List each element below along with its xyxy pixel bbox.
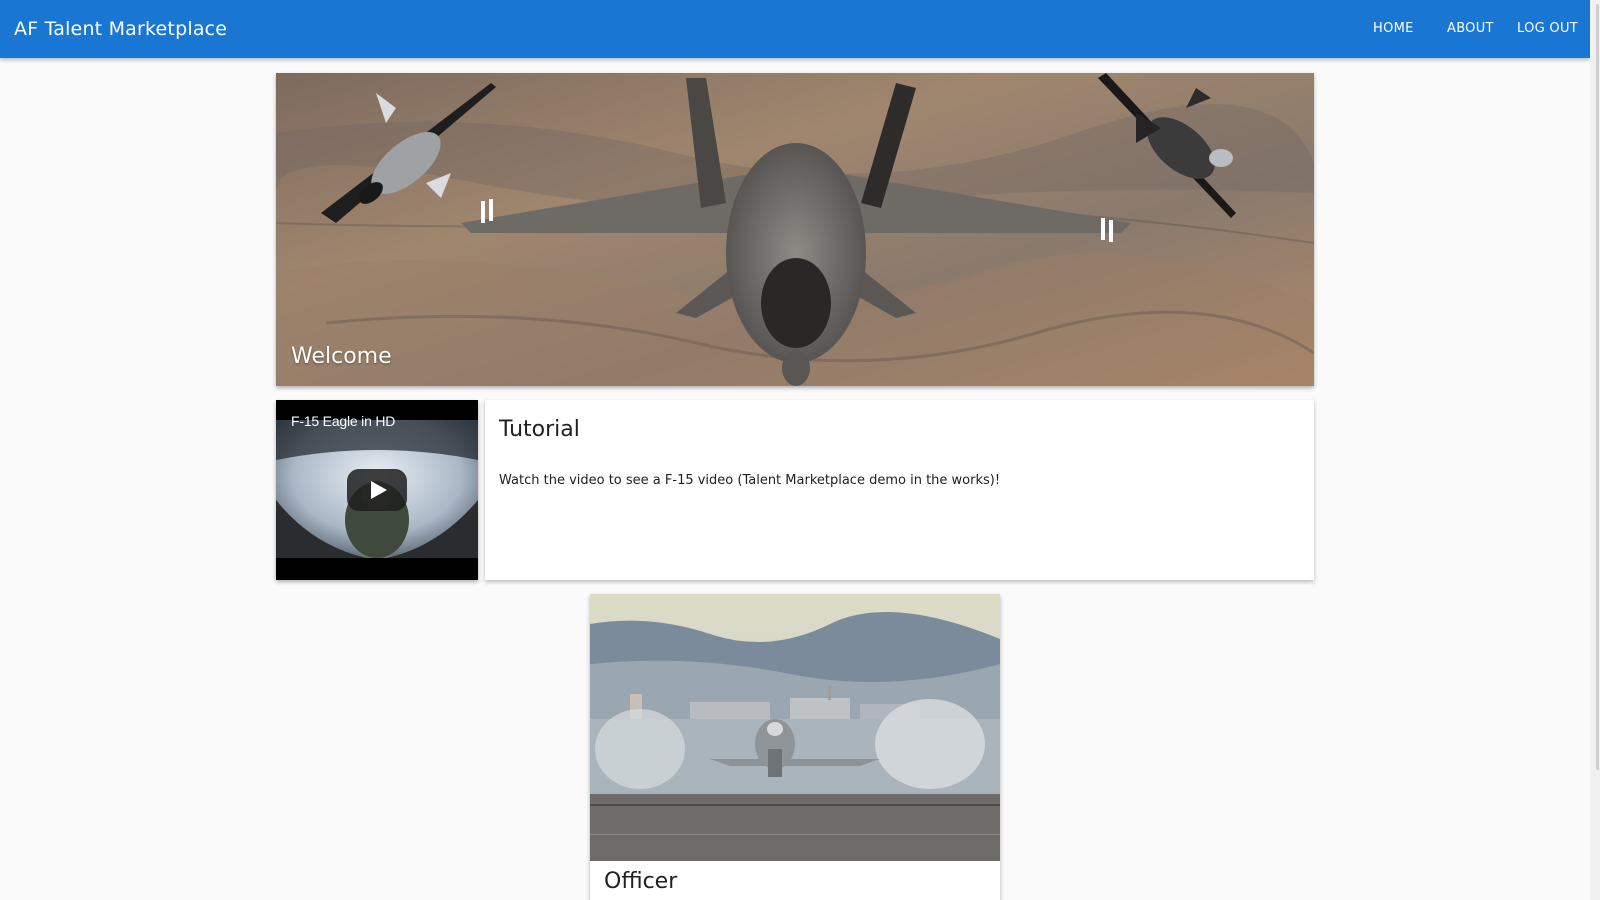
tutorial-description: Watch the video to see a F-15 video (Tal… — [499, 473, 1001, 488]
video-thumbnail[interactable]: F-15 Eagle in HD — [276, 400, 478, 580]
officer-card[interactable]: Officer — [590, 594, 1000, 900]
jets-over-desert-image — [276, 73, 1314, 386]
tutorial-title: Tutorial — [499, 417, 580, 442]
nav-home-button[interactable]: HOME — [1373, 20, 1414, 38]
welcome-banner: Welcome — [276, 73, 1314, 386]
app-title[interactable]: AF Talent Marketplace — [14, 18, 227, 40]
nav-about-button[interactable]: ABOUT — [1447, 20, 1494, 38]
tutorial-card: Tutorial Watch the video to see a F-15 v… — [485, 400, 1314, 580]
officer-title[interactable]: Officer — [604, 868, 677, 896]
app-bar: AF Talent Marketplace HOME ABOUT LOG OUT — [0, 0, 1590, 58]
scrollbar-thumb[interactable] — [1596, 4, 1599, 770]
jet-takeoff-image — [590, 594, 1000, 861]
page: AF Talent Marketplace HOME ABOUT LOG OUT — [0, 0, 1600, 900]
play-icon[interactable] — [347, 469, 407, 511]
video-title[interactable]: F-15 Eagle in HD — [291, 412, 395, 430]
welcome-title: Welcome — [291, 344, 392, 369]
nav-logout-button[interactable]: LOG OUT — [1517, 20, 1578, 38]
